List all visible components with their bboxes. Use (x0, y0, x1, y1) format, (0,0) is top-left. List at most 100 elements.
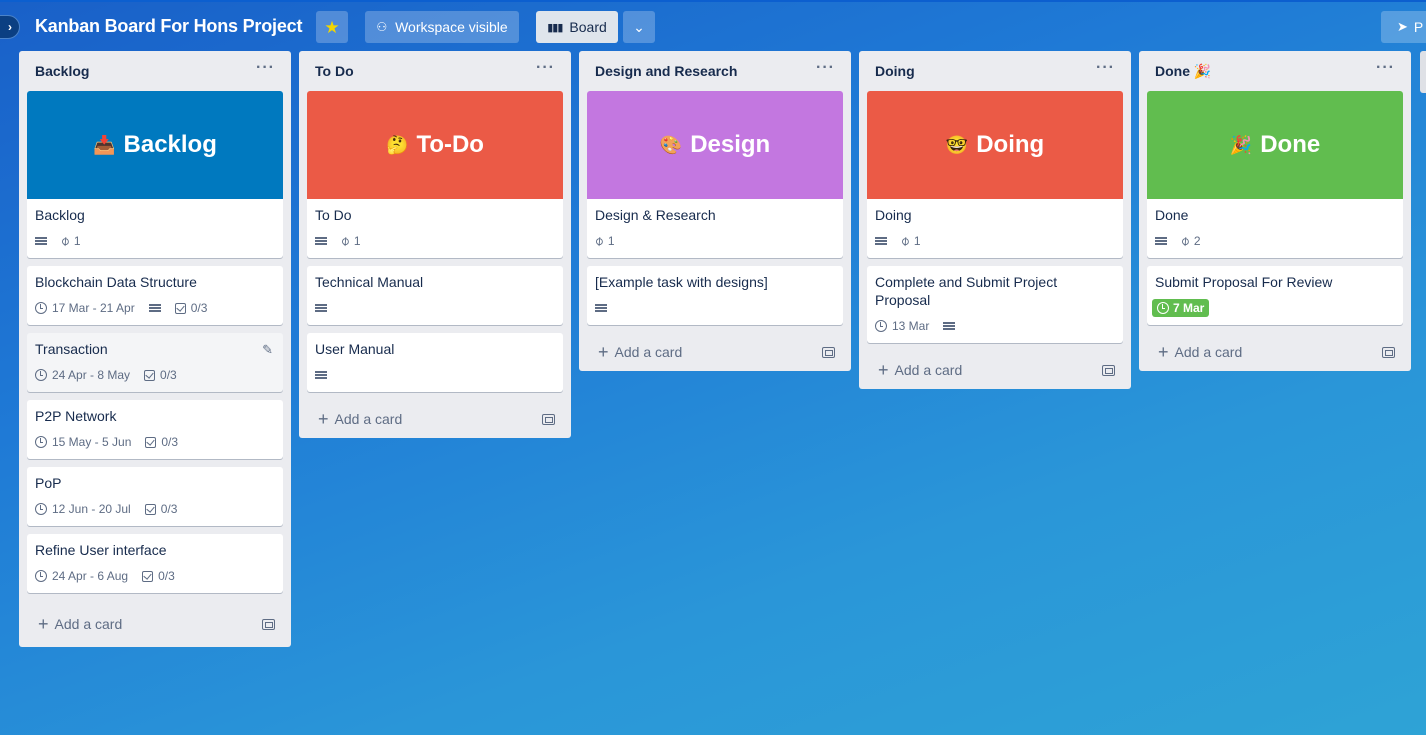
dates-badge: 15 May - 5 Jun (35, 435, 131, 449)
dates-text: 24 Apr - 8 May (52, 368, 131, 382)
card-title: PoP (35, 475, 62, 491)
card[interactable]: Blockchain Data Structure 17 Mar - 21 Ap… (27, 266, 283, 325)
card-badges: 7 Mar (1152, 299, 1395, 317)
card-badges: 24 Apr - 6 Aug 0/3 (35, 567, 275, 585)
card-badges: ⌀ 1 (315, 232, 555, 250)
card-badges: ⌀ 2 (1155, 232, 1395, 250)
list-title[interactable]: Design and Research (595, 63, 737, 79)
card[interactable]: Complete and Submit Project Proposal 13 … (867, 266, 1123, 343)
add-card-button[interactable]: + Add a card (867, 351, 1123, 389)
card-badges: 13 Mar (875, 317, 1115, 335)
card-template-icon[interactable] (262, 618, 275, 630)
menu-edge[interactable] (1420, 51, 1426, 93)
nerd-emoji-icon: 🤓 (945, 134, 969, 155)
add-card-button[interactable]: + Add a card (587, 333, 843, 371)
list-title[interactable]: Doing (875, 63, 915, 79)
sidebar-expand-icon[interactable]: › (0, 15, 20, 39)
more-icon[interactable]: ··· (256, 59, 275, 77)
workspace-visibility-button[interactable]: ⚇ Workspace visible (365, 11, 519, 43)
board-title[interactable]: Kanban Board For Hons Project (35, 16, 302, 37)
description-icon (148, 303, 161, 313)
card-badges (315, 299, 555, 317)
description-icon (35, 236, 47, 246)
card-title: Submit Proposal For Review (1155, 274, 1333, 290)
attachment-count: 1 (607, 234, 615, 248)
cover-card[interactable]: 🎉 Done Done ⌀ 2 (1147, 91, 1403, 258)
add-card-button[interactable]: + Add a card (307, 400, 563, 438)
card[interactable]: [Example task with designs] (587, 266, 843, 325)
party-emoji-icon: 🎉 (1229, 134, 1253, 155)
palette-emoji-icon: 🎨 (659, 134, 683, 155)
card[interactable]: User Manual (307, 333, 563, 392)
cover-card[interactable]: 📥 Backlog Backlog ⌀ 1 (27, 91, 283, 258)
list-title[interactable]: Backlog (35, 63, 89, 79)
card-template-icon[interactable] (1382, 346, 1395, 358)
card-title: P2P Network (35, 408, 117, 424)
view-switcher-button[interactable]: ⌄ (623, 11, 655, 43)
checklist-icon (144, 369, 156, 381)
card-template-icon[interactable] (1102, 364, 1115, 376)
card-title: Blockchain Data Structure (35, 274, 197, 290)
card[interactable]: PoP 12 Jun - 20 Jul 0/3 (27, 467, 283, 526)
checklist-icon (142, 570, 154, 582)
attachment-badge: ⌀ 2 (1177, 232, 1201, 249)
add-card-button[interactable]: + Add a card (1147, 333, 1403, 371)
attachment-count: 1 (353, 234, 361, 248)
description-icon (315, 236, 327, 246)
power-ups-button[interactable]: ➤ P (1381, 11, 1426, 43)
card[interactable]: ✎ Transaction 24 Apr - 8 May 0/3 (27, 333, 283, 392)
cover-card[interactable]: 🎨 Design Design & Research ⌀ 1 (587, 91, 843, 258)
description-icon (595, 303, 607, 313)
add-card-label: Add a card (894, 362, 963, 378)
board-view-label: Board (569, 19, 607, 35)
list-title[interactable]: Done 🎉 (1155, 63, 1211, 80)
add-card-label: Add a card (1174, 344, 1243, 360)
dates-badge: 17 Mar - 21 Apr (35, 301, 135, 315)
card-cover: 🤔 To-Do (307, 91, 563, 199)
paperclip-icon: ⌀ (1176, 232, 1193, 249)
dates-text: 24 Apr - 6 Aug (52, 569, 129, 583)
due-date-complete-badge[interactable]: 7 Mar (1152, 299, 1210, 317)
card-title: User Manual (315, 341, 395, 357)
star-icon: ★ (324, 17, 340, 37)
star-board-button[interactable]: ★ (316, 11, 348, 43)
card-title: Technical Manual (315, 274, 424, 290)
card-cover: 🤓 Doing (867, 91, 1123, 199)
paperclip-icon: ⌀ (896, 232, 913, 249)
list-doing: Doing ··· 🤓 Doing Doing ⌀ 1 Complete and … (859, 51, 1131, 389)
add-card-button[interactable]: + Add a card (27, 601, 283, 647)
thinking-emoji-icon: 🤔 (386, 134, 409, 155)
cover-card[interactable]: 🤔 To-Do To Do ⌀ 1 (307, 91, 563, 258)
card-template-icon[interactable] (542, 413, 555, 425)
list-backlog: Backlog ··· 📥 Backlog Backlog ⌀ 1 Blockch… (19, 51, 291, 647)
card-badges: 17 Mar - 21 Apr 0/3 (35, 299, 275, 317)
list-title[interactable]: To Do (315, 63, 354, 79)
list-header: Backlog ··· (27, 51, 283, 91)
dates-badge: 24 Apr - 6 Aug (35, 569, 128, 583)
dates-text: 12 Jun - 20 Jul (52, 502, 131, 516)
card-badges (595, 299, 835, 317)
board-view-button[interactable]: ▮▮▮ Board (536, 11, 618, 43)
card[interactable]: Refine User interface 24 Apr - 6 Aug 0/3 (27, 534, 283, 593)
pencil-icon[interactable]: ✎ (262, 342, 273, 358)
checklist-count: 0/3 (160, 502, 178, 516)
paperclip-icon: ⌀ (336, 232, 353, 249)
more-icon[interactable]: ··· (536, 59, 555, 77)
dates-badge: 13 Mar (875, 319, 929, 333)
clock-icon (35, 503, 47, 515)
checklist-count: 0/3 (158, 569, 175, 583)
list-header: Design and Research ··· (587, 51, 843, 91)
cover-card[interactable]: 🤓 Doing Doing ⌀ 1 (867, 91, 1123, 258)
card[interactable]: Submit Proposal For Review 7 Mar (1147, 266, 1403, 325)
card-template-icon[interactable] (822, 346, 835, 358)
card[interactable]: Technical Manual (307, 266, 563, 325)
more-icon[interactable]: ··· (816, 59, 835, 77)
more-icon[interactable]: ··· (1376, 59, 1395, 77)
more-icon[interactable]: ··· (1096, 59, 1115, 77)
paperclip-icon: ⌀ (56, 232, 73, 249)
add-card-label: Add a card (334, 411, 403, 427)
checklist-icon (145, 436, 157, 448)
card[interactable]: P2P Network 15 May - 5 Jun 0/3 (27, 400, 283, 459)
paperclip-icon: ⌀ (590, 232, 607, 249)
plus-icon: + (878, 360, 889, 380)
